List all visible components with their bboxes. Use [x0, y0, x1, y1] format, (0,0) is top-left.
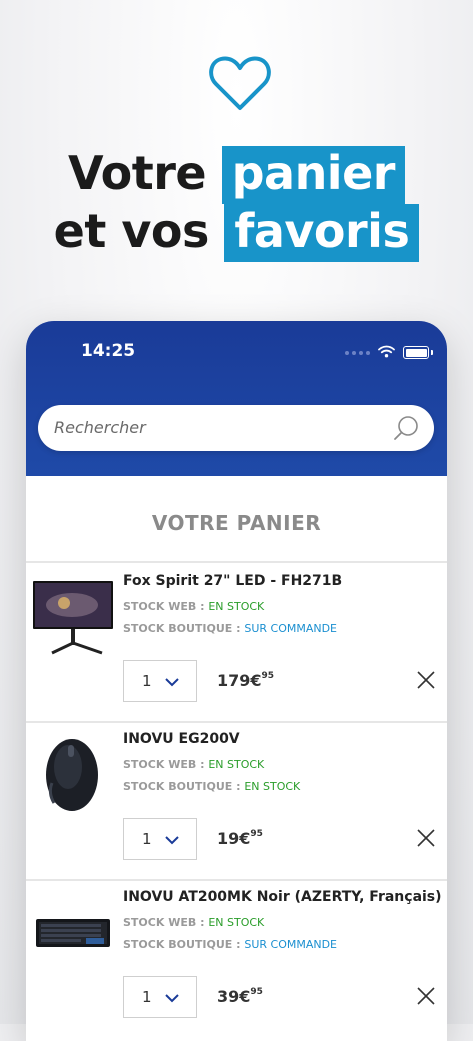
- app-header: 14:25 Rechercher: [26, 321, 447, 476]
- product-name[interactable]: Fox Spirit 27" LED - FH271B: [123, 573, 342, 589]
- battery-icon: [403, 346, 429, 359]
- price-main: 39€: [217, 987, 251, 1006]
- stock-shop-status: EN STOCK: [244, 780, 301, 793]
- stock-web-label: STOCK WEB :: [123, 916, 205, 929]
- product-image-monitor[interactable]: [32, 573, 114, 655]
- search-icon[interactable]: [392, 414, 420, 446]
- product-price: 39€95: [217, 987, 263, 1006]
- stock-shop-status: SUR COMMANDE: [244, 938, 338, 951]
- chevron-down-icon: [164, 830, 180, 849]
- quantity-select[interactable]: 1: [123, 976, 197, 1018]
- stock-web-status: EN STOCK: [208, 916, 265, 929]
- heart-icon: [207, 52, 273, 114]
- cart-item: INOVU AT200MK Noir (AZERTY, Français) ST…: [26, 879, 447, 1037]
- close-icon: [417, 987, 435, 1005]
- promo-line1-highlight: panier: [221, 146, 405, 204]
- stock-web: STOCK WEB : EN STOCK: [123, 758, 264, 771]
- stock-web-status: EN STOCK: [208, 758, 265, 771]
- stock-web: STOCK WEB : EN STOCK: [123, 916, 264, 929]
- wifi-icon: [378, 343, 395, 362]
- quantity-value: 1: [142, 830, 152, 848]
- product-name[interactable]: INOVU AT200MK Noir (AZERTY, Français): [123, 889, 442, 905]
- cart-item: INOVU EG200V STOCK WEB : EN STOCK STOCK …: [26, 721, 447, 879]
- product-price: 19€95: [217, 829, 263, 848]
- quantity-value: 1: [142, 672, 152, 690]
- quantity-select[interactable]: 1: [123, 818, 197, 860]
- stock-web: STOCK WEB : EN STOCK: [123, 600, 264, 613]
- promo-headline-line2: et vos favoris: [0, 204, 473, 262]
- stock-shop: STOCK BOUTIQUE : EN STOCK: [123, 780, 300, 793]
- product-price: 179€95: [217, 671, 274, 690]
- close-icon: [417, 829, 435, 847]
- remove-item-button[interactable]: [415, 669, 437, 691]
- stock-shop-label: STOCK BOUTIQUE :: [123, 938, 241, 951]
- stock-shop: STOCK BOUTIQUE : SUR COMMANDE: [123, 622, 337, 635]
- phone-screen: 14:25 Rechercher VOTRE PANIER Fox Spirit…: [26, 321, 447, 1041]
- chevron-down-icon: [164, 988, 180, 1007]
- chevron-down-icon: [164, 672, 180, 691]
- product-name[interactable]: INOVU EG200V: [123, 731, 240, 747]
- product-image-keyboard[interactable]: [32, 889, 114, 971]
- price-cents: 95: [261, 671, 275, 681]
- search-bar[interactable]: Rechercher: [38, 405, 434, 451]
- stock-web-status: EN STOCK: [208, 600, 265, 613]
- cart-item: Fox Spirit 27" LED - FH271B STOCK WEB : …: [26, 563, 447, 721]
- stock-web-label: STOCK WEB :: [123, 758, 205, 771]
- status-time: 14:25: [81, 341, 136, 361]
- quantity-value: 1: [142, 988, 152, 1006]
- signal-icon: [345, 350, 370, 355]
- search-input[interactable]: Rechercher: [54, 418, 146, 437]
- price-main: 19€: [217, 829, 251, 848]
- quantity-select[interactable]: 1: [123, 660, 197, 702]
- product-image-mouse[interactable]: [32, 731, 114, 813]
- stock-web-label: STOCK WEB :: [123, 600, 205, 613]
- promo-line1-text: Votre: [68, 146, 207, 200]
- cart-title: VOTRE PANIER: [151, 511, 322, 535]
- price-cents: 95: [250, 987, 263, 997]
- promo-line2-text: et vos: [53, 204, 210, 258]
- stock-shop: STOCK BOUTIQUE : SUR COMMANDE: [123, 938, 337, 951]
- stock-shop-status: SUR COMMANDE: [244, 622, 338, 635]
- price-cents: 95: [250, 829, 263, 839]
- close-icon: [417, 671, 435, 689]
- stock-shop-label: STOCK BOUTIQUE :: [123, 622, 241, 635]
- promo-headline-line1: Votre panier: [0, 146, 473, 204]
- status-icons: [345, 343, 433, 362]
- promo-line2-highlight: favoris: [224, 204, 420, 262]
- remove-item-button[interactable]: [415, 827, 437, 849]
- price-main: 179€: [217, 671, 262, 690]
- stock-shop-label: STOCK BOUTIQUE :: [123, 780, 241, 793]
- remove-item-button[interactable]: [415, 985, 437, 1007]
